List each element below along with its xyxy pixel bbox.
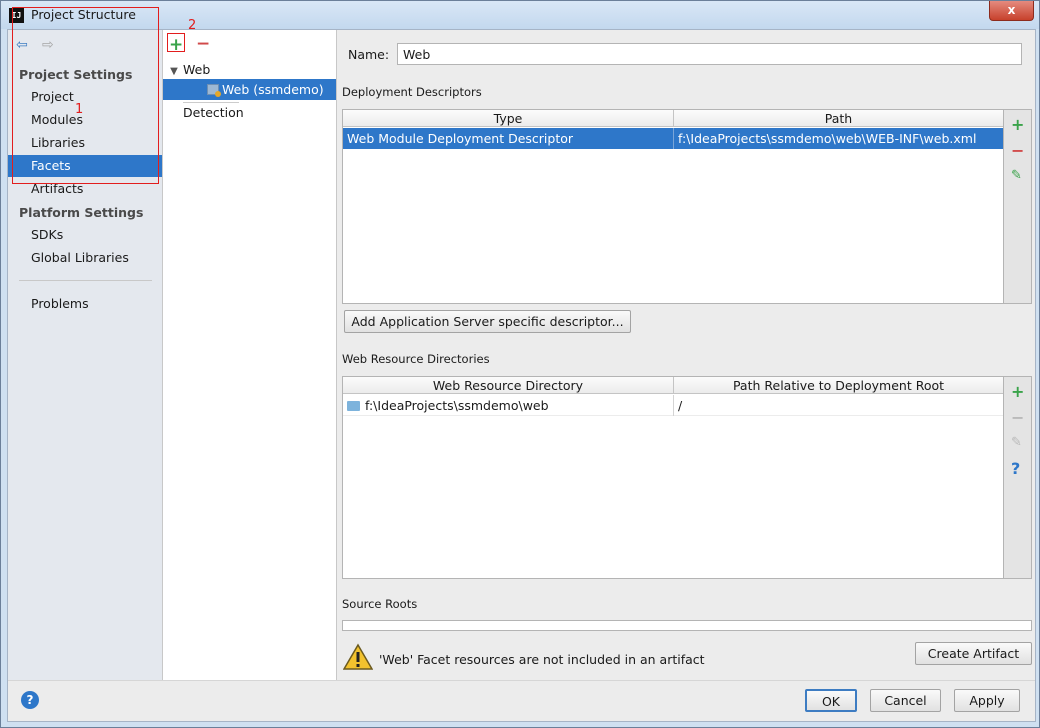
cell-path: f:\IdeaProjects\ssmdemo\web\WEB-INF\web.…	[678, 131, 977, 146]
resources-toolbar: + − ✎ ?	[1004, 376, 1032, 579]
table-header: Web Resource Directory Path Relative to …	[343, 377, 1003, 394]
facet-tree-panel: + − ▼ Web Web (ssmdemo) Detection	[163, 30, 337, 680]
web-resource-directories-title: Web Resource Directories	[342, 352, 490, 366]
add-server-descriptor-button[interactable]: Add Application Server specific descript…	[344, 310, 631, 333]
table-row[interactable]: f:\IdeaProjects\ssmdemo\web /	[343, 395, 1003, 416]
annotation-box-2	[167, 33, 185, 52]
column-header-relative-path[interactable]: Path Relative to Deployment Root	[674, 377, 1003, 394]
add-icon[interactable]: +	[1011, 384, 1024, 400]
platform-settings-header: Platform Settings	[19, 205, 144, 220]
tree-node-label: Web (ssmdemo)	[222, 82, 324, 97]
help-icon[interactable]: ?	[21, 691, 39, 709]
directory-path: f:\IdeaProjects\ssmdemo\web	[365, 398, 549, 413]
tree-divider	[183, 102, 239, 103]
annotation-number-1: 1	[75, 102, 84, 117]
sidebar-item-label: Problems	[31, 296, 89, 311]
remove-icon[interactable]: −	[1011, 410, 1024, 426]
column-header-path[interactable]: Path	[674, 110, 1003, 127]
tree-node-web[interactable]: ▼ Web	[165, 60, 210, 80]
ok-button[interactable]: OK	[805, 689, 857, 712]
column-header-type[interactable]: Type	[343, 110, 674, 127]
facet-settings-panel: Name: Web Deployment Descriptors Type Pa…	[338, 30, 1035, 680]
tree-node-label: Web	[183, 62, 211, 77]
remove-icon[interactable]: −	[1011, 143, 1024, 159]
apply-button[interactable]: Apply	[954, 689, 1020, 712]
warning-message: 'Web' Facet resources are not included i…	[379, 652, 705, 667]
sidebar-item-sdks[interactable]: SDKs	[8, 224, 162, 246]
source-roots-list[interactable]	[342, 620, 1032, 631]
help-icon[interactable]: ?	[1011, 461, 1020, 477]
tree-node-web-ssmdemo[interactable]: Web (ssmdemo)	[163, 79, 336, 100]
source-roots-title: Source Roots	[342, 597, 418, 611]
edit-pencil-icon[interactable]: ✎	[1011, 168, 1022, 184]
cell-relative: /	[678, 398, 683, 413]
name-label: Name:	[348, 47, 390, 62]
deployment-descriptors-table[interactable]: Type Path Web Module Deployment Descript…	[342, 109, 1004, 304]
sidebar-divider	[19, 280, 152, 281]
sidebar-item-global-libraries[interactable]: Global Libraries	[8, 247, 162, 269]
deployment-toolbar: + − ✎	[1004, 109, 1032, 304]
cancel-button[interactable]: Cancel	[870, 689, 941, 712]
sidebar-item-label: SDKs	[31, 227, 64, 242]
tree-node-detection[interactable]: Detection	[183, 105, 244, 120]
table-header: Type Path	[343, 110, 1003, 127]
column-header-directory[interactable]: Web Resource Directory	[343, 377, 674, 394]
close-button[interactable]: x	[989, 1, 1034, 21]
cell-type: Web Module Deployment Descriptor	[343, 128, 674, 149]
annotation-box-1	[12, 7, 159, 184]
deployment-descriptors-title: Deployment Descriptors	[342, 85, 482, 99]
annotation-number-2: 2	[188, 18, 197, 33]
folder-icon	[347, 401, 360, 411]
sidebar-item-label: Global Libraries	[31, 250, 129, 265]
edit-pencil-icon[interactable]: ✎	[1011, 435, 1022, 451]
create-artifact-button[interactable]: Create Artifact	[915, 642, 1032, 665]
project-structure-window: IJ Project Structure x ⇦ ⇨ Project Setti…	[0, 0, 1040, 728]
web-facet-icon	[207, 84, 221, 97]
sidebar-item-problems[interactable]: Problems	[8, 293, 162, 315]
name-field[interactable]: Web	[397, 43, 1022, 65]
dialog-footer: ? OK Cancel Apply	[8, 680, 1035, 721]
table-row[interactable]: Web Module Deployment Descriptor f:\Idea…	[343, 128, 1003, 149]
cell-directory: f:\IdeaProjects\ssmdemo\web	[343, 395, 674, 416]
warning-icon	[343, 643, 373, 670]
add-icon[interactable]: +	[1011, 117, 1024, 133]
dialog-content: ⇦ ⇨ Project Settings Project Modules Lib…	[7, 7, 1036, 722]
web-resource-table[interactable]: Web Resource Directory Path Relative to …	[342, 376, 1004, 579]
remove-facet-button[interactable]: −	[196, 36, 210, 53]
